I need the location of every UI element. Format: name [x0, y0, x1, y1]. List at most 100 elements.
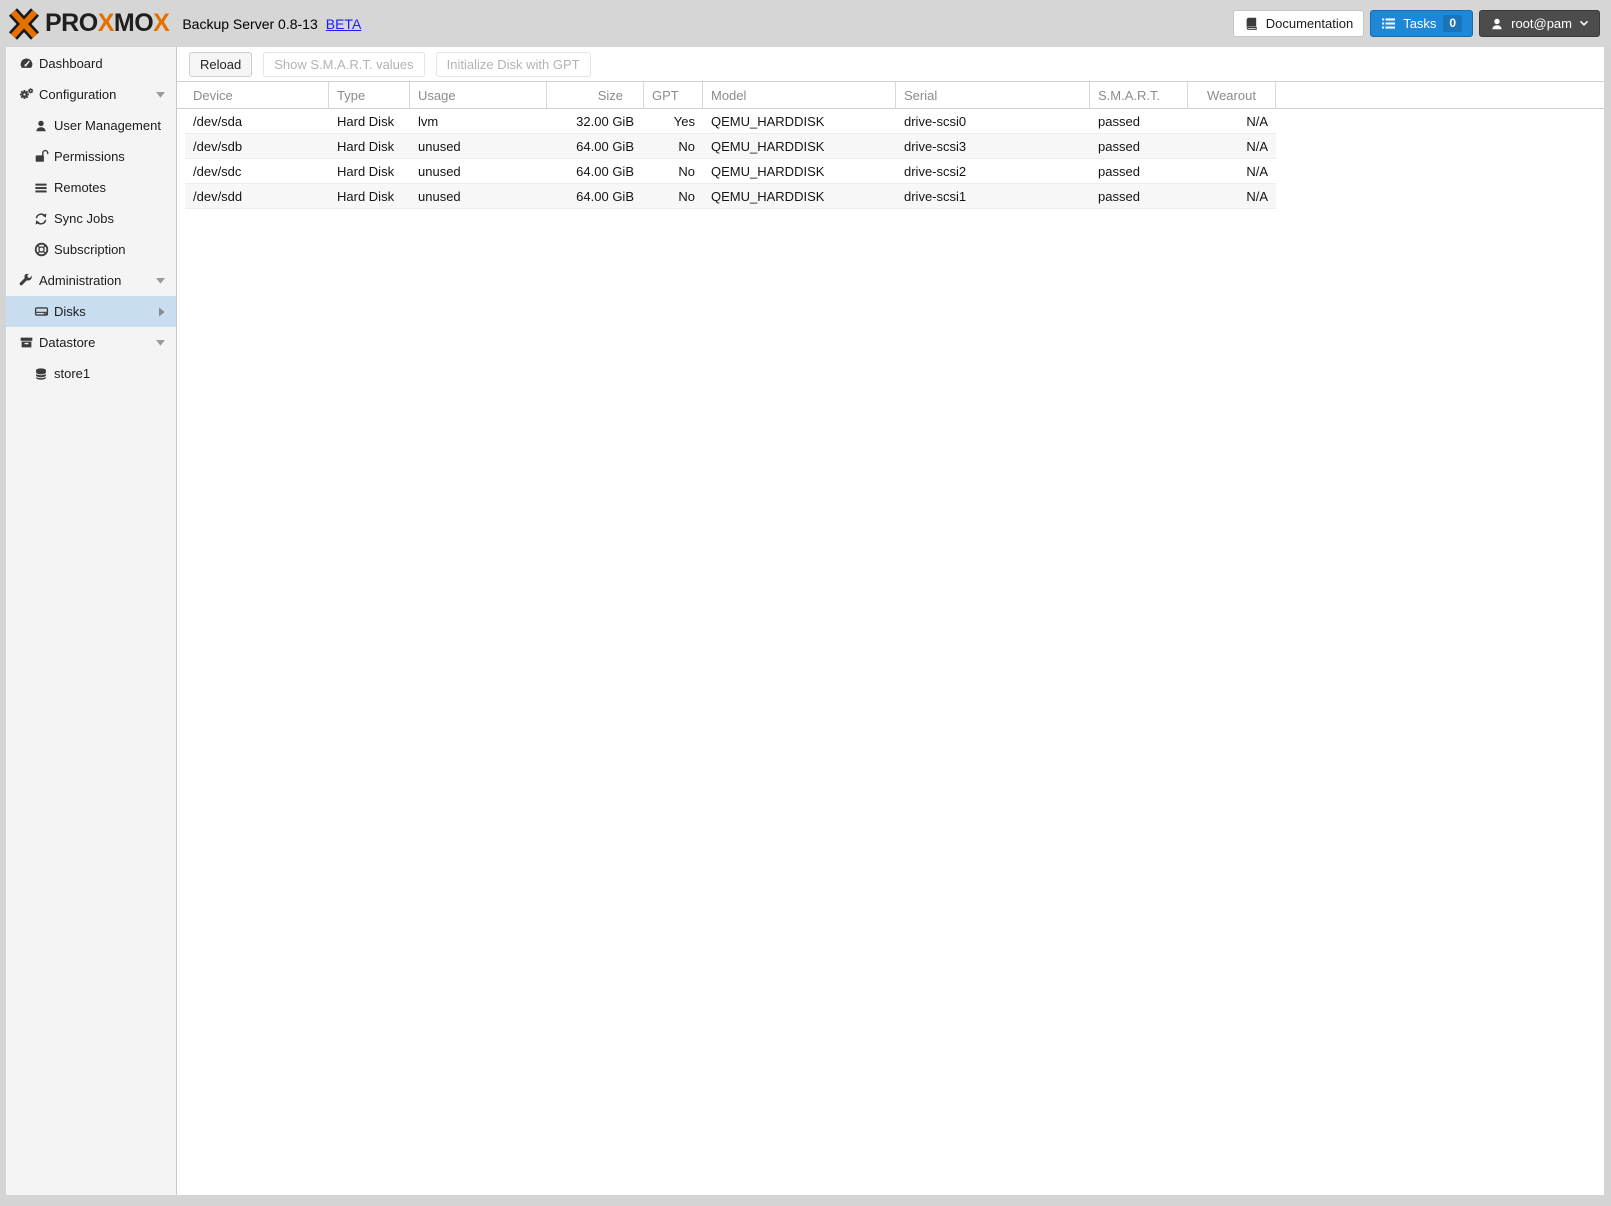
tasks-count-badge: 0: [1443, 15, 1463, 32]
sidebar-item-dashboard[interactable]: Dashboard: [6, 48, 176, 79]
sidebar-nav: Dashboard Configuration User Management …: [6, 47, 177, 1195]
cell-usage: unused: [418, 138, 461, 154]
column-header-wearout[interactable]: Wearout: [1188, 82, 1276, 108]
show-smart-values-button[interactable]: Show S.M.A.R.T. values: [263, 51, 425, 77]
sync-icon: [33, 211, 49, 227]
proxmox-wordmark: PROXMOX: [45, 9, 170, 37]
cell-gpt: No: [678, 138, 695, 154]
cell-gpt: Yes: [673, 113, 695, 129]
collapse-caret-icon[interactable]: [156, 339, 165, 346]
sidebar-item-label: User Management: [54, 118, 161, 133]
hdd-icon: [33, 304, 49, 320]
sidebar-item-administration[interactable]: Administration: [6, 265, 176, 296]
sidebar-item-disks[interactable]: Disks: [6, 296, 176, 327]
cell-type: Hard Disk: [337, 113, 395, 129]
sidebar-item-store1[interactable]: store1: [6, 358, 176, 389]
cell-size: 64.00 GiB: [576, 138, 634, 154]
column-header-type[interactable]: Type: [329, 82, 410, 108]
cell-wearout: N/A: [1246, 138, 1268, 154]
table-row-sdc[interactable]: /dev/sdc Hard Disk unused 64.00 GiB No Q…: [185, 159, 1276, 184]
reload-button[interactable]: Reload: [189, 51, 253, 77]
expand-caret-icon[interactable]: [159, 307, 165, 316]
cell-smart: passed: [1098, 163, 1140, 179]
cell-type: Hard Disk: [337, 138, 395, 154]
disks-table-body: /dev/sda Hard Disk lvm 32.00 GiB Yes QEM…: [177, 109, 1604, 1195]
cell-wearout: N/A: [1246, 188, 1268, 204]
proxmox-x-mark-icon: [8, 7, 40, 40]
column-header-size[interactable]: Size: [547, 82, 644, 108]
sidebar-item-label: Configuration: [39, 87, 117, 102]
table-row-sdd[interactable]: /dev/sdd Hard Disk unused 64.00 GiB No Q…: [185, 184, 1276, 209]
task-list-icon: [1382, 18, 1396, 29]
cell-device: /dev/sdc: [193, 163, 242, 179]
tasks-button[interactable]: Tasks 0: [1370, 10, 1474, 37]
column-header-filler: [1276, 82, 1604, 108]
disks-table-header: Device Type Usage Size GPT Model Serial …: [177, 81, 1604, 109]
wrench-icon: [18, 273, 34, 289]
documentation-label: Documentation: [1265, 16, 1354, 31]
content-panel: Reload Show S.M.A.R.T. values Initialize…: [177, 47, 1604, 1195]
pbs-app: PROXMOX Backup Server 0.8-13 BETA Docume…: [0, 0, 1611, 1206]
collapse-caret-icon[interactable]: [156, 277, 165, 284]
column-header-usage[interactable]: Usage: [410, 82, 547, 108]
cell-wearout: N/A: [1246, 113, 1268, 129]
cell-type: Hard Disk: [337, 163, 395, 179]
unlock-icon: [33, 149, 49, 165]
cell-type: Hard Disk: [337, 188, 395, 204]
initialize-gpt-button[interactable]: Initialize Disk with GPT: [435, 51, 591, 77]
sidebar-item-user-management[interactable]: User Management: [6, 110, 176, 141]
table-row-sdb[interactable]: /dev/sdb Hard Disk unused 64.00 GiB No Q…: [185, 134, 1276, 159]
cell-device: /dev/sdd: [193, 188, 243, 204]
list-icon: [33, 180, 49, 196]
table-row-sda[interactable]: /dev/sda Hard Disk lvm 32.00 GiB Yes QEM…: [185, 109, 1276, 134]
cell-device: /dev/sda: [193, 113, 243, 129]
cell-model: QEMU_HARDDISK: [711, 163, 825, 179]
cell-usage: unused: [418, 188, 461, 204]
database-icon: [33, 366, 49, 382]
cell-size: 64.00 GiB: [576, 188, 634, 204]
cell-model: QEMU_HARDDISK: [711, 138, 825, 154]
beta-link[interactable]: BETA: [326, 16, 362, 32]
column-header-smart[interactable]: S.M.A.R.T.: [1090, 82, 1188, 108]
sidebar-item-label: Disks: [54, 304, 86, 319]
cell-serial: drive-scsi3: [904, 138, 967, 154]
sidebar-item-configuration[interactable]: Configuration: [6, 79, 176, 110]
column-header-serial[interactable]: Serial: [896, 82, 1090, 108]
chevron-down-icon: [1579, 20, 1589, 26]
sidebar-item-label: store1: [54, 366, 91, 381]
product-title: Backup Server 0.8-13: [182, 15, 318, 32]
user-menu-label: root@pam: [1511, 16, 1572, 31]
life-ring-icon: [33, 242, 49, 258]
column-header-gpt[interactable]: GPT: [644, 82, 703, 108]
proxmox-logo: PROXMOX: [7, 7, 170, 41]
cell-usage: lvm: [418, 113, 439, 129]
column-header-model[interactable]: Model: [703, 82, 896, 108]
sidebar-item-remotes[interactable]: Remotes: [6, 172, 176, 203]
sidebar-item-label: Subscription: [54, 242, 126, 257]
cell-smart: passed: [1098, 113, 1140, 129]
cell-model: QEMU_HARDDISK: [711, 188, 825, 204]
tasks-label: Tasks: [1403, 16, 1437, 31]
book-icon: [1246, 17, 1257, 30]
user-icon: [33, 118, 49, 134]
cell-usage: unused: [418, 163, 461, 179]
user-menu-button[interactable]: root@pam: [1479, 10, 1600, 37]
sidebar-item-sync-jobs[interactable]: Sync Jobs: [6, 203, 176, 234]
sidebar-item-datastore[interactable]: Datastore: [6, 327, 176, 358]
documentation-button[interactable]: Documentation: [1232, 10, 1365, 37]
disks-toolbar: Reload Show S.M.A.R.T. values Initialize…: [177, 47, 1604, 81]
workspace: Dashboard Configuration User Management …: [6, 47, 1604, 1195]
cell-serial: drive-scsi2: [904, 163, 967, 179]
sidebar-item-subscription[interactable]: Subscription: [6, 234, 176, 265]
sidebar-item-label: Remotes: [54, 180, 107, 195]
sidebar-item-label: Datastore: [39, 335, 96, 350]
column-header-device[interactable]: Device: [185, 82, 329, 108]
cell-serial: drive-scsi0: [904, 113, 967, 129]
sidebar-item-permissions[interactable]: Permissions: [6, 141, 176, 172]
cell-smart: passed: [1098, 188, 1140, 204]
sidebar-item-label: Sync Jobs: [54, 211, 114, 226]
cell-gpt: No: [678, 163, 695, 179]
cell-gpt: No: [678, 188, 695, 204]
collapse-caret-icon[interactable]: [156, 91, 165, 98]
cell-model: QEMU_HARDDISK: [711, 113, 825, 129]
